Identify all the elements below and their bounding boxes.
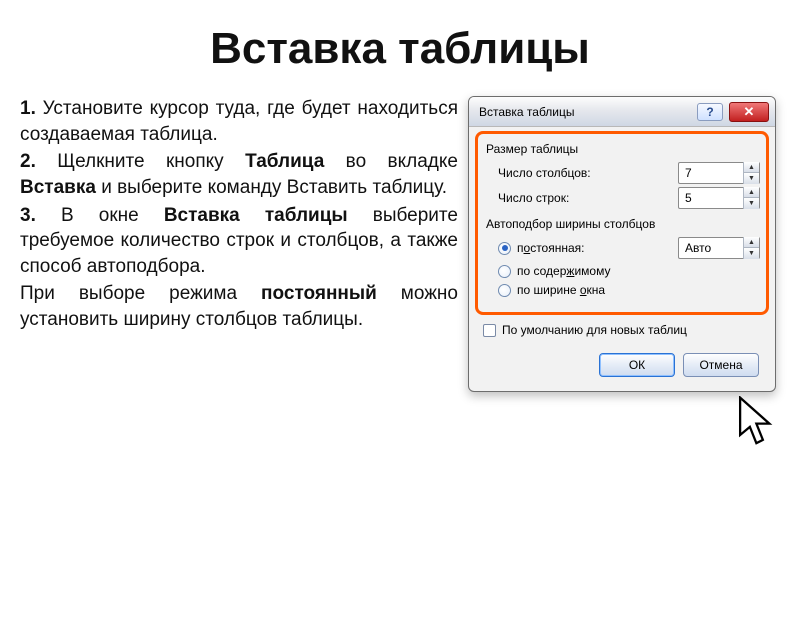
default-check-row[interactable]: По умолчанию для новых таблиц (483, 323, 763, 337)
radio-content[interactable] (498, 265, 511, 278)
help-button[interactable]: ? (697, 103, 723, 121)
columns-label: Число столбцов: (498, 166, 674, 180)
step3-window: Вставка таблицы (164, 205, 348, 226)
cancel-button[interactable]: Отмена (683, 353, 759, 377)
columns-value: 7 (679, 166, 743, 180)
ok-button[interactable]: ОК (599, 353, 675, 377)
dialog-buttons: ОК Отмена (475, 343, 769, 389)
step2-b: во вкладке (324, 151, 458, 172)
columns-spin-up-icon[interactable]: ▲ (743, 162, 759, 173)
highlight-box: Размер таблицы Число столбцов: 7 ▲ ▼ Чис… (475, 131, 769, 315)
step2-a: Щелкните кнопку (36, 151, 245, 172)
rows-spin-down-icon[interactable]: ▼ (743, 198, 759, 209)
radio-content-row[interactable]: по содержимому (498, 264, 760, 278)
radio-fixed[interactable] (498, 242, 511, 255)
step3-num: 3. (20, 205, 36, 226)
step1-num: 1. (20, 98, 36, 119)
rows-spin-up-icon[interactable]: ▲ (743, 187, 759, 198)
fixed-width-spinbox[interactable]: Авто ▲ ▼ (678, 237, 760, 259)
dialog-title: Вставка таблицы (479, 105, 691, 119)
autofit-group-label: Автоподбор ширины столбцов (486, 217, 760, 231)
default-checkbox[interactable] (483, 324, 496, 337)
step3-a: В окне (36, 205, 164, 226)
rows-value: 5 (679, 191, 743, 205)
step4-a: При выборе режима (20, 283, 261, 304)
fixed-spin-up-icon[interactable]: ▲ (743, 237, 759, 248)
size-group-label: Размер таблицы (486, 142, 760, 156)
close-button[interactable]: ✕ (729, 102, 769, 122)
step2-table: Таблица (245, 151, 324, 172)
content: 1. Установите курсор туда, где будет нах… (0, 96, 800, 392)
radio-window-label: по ширине окна (517, 283, 605, 297)
mouse-cursor-icon (736, 396, 780, 448)
instructions-text: 1. Установите курсор туда, где будет нах… (20, 96, 458, 392)
dialog-column: Вставка таблицы ? ✕ Размер таблицы Число… (468, 96, 780, 392)
radio-fixed-label: постоянная: (517, 241, 584, 255)
fixed-width-value: Авто (679, 241, 743, 255)
fixed-spin-down-icon[interactable]: ▼ (743, 248, 759, 259)
columns-row: Число столбцов: 7 ▲ ▼ (498, 162, 760, 184)
dialog-body: Размер таблицы Число столбцов: 7 ▲ ▼ Чис… (469, 127, 775, 391)
rows-spinbox[interactable]: 5 ▲ ▼ (678, 187, 760, 209)
titlebar[interactable]: Вставка таблицы ? ✕ (469, 97, 775, 127)
rows-label: Число строк: (498, 191, 674, 205)
step2-num: 2. (20, 151, 36, 172)
columns-spinbox[interactable]: 7 ▲ ▼ (678, 162, 760, 184)
columns-spin-down-icon[interactable]: ▼ (743, 173, 759, 184)
default-check-label: По умолчанию для новых таблиц (502, 323, 687, 337)
step2-insert-tab: Вставка (20, 177, 96, 198)
below-box: По умолчанию для новых таблиц (475, 315, 769, 343)
radio-fixed-row[interactable]: постоянная: Авто ▲ ▼ (498, 237, 760, 259)
step2-c: и выберите команду Вставить таблицу. (96, 177, 447, 198)
radio-window[interactable] (498, 284, 511, 297)
page-title: Вставка таблицы (0, 24, 800, 74)
step4-mode: постоянный (261, 283, 377, 304)
radio-window-row[interactable]: по ширине окна (498, 283, 760, 297)
step1-text: Установите курсор туда, где будет находи… (20, 98, 458, 145)
insert-table-dialog: Вставка таблицы ? ✕ Размер таблицы Число… (468, 96, 776, 392)
rows-row: Число строк: 5 ▲ ▼ (498, 187, 760, 209)
radio-content-label: по содержимому (517, 264, 610, 278)
close-icon: ✕ (744, 104, 755, 120)
